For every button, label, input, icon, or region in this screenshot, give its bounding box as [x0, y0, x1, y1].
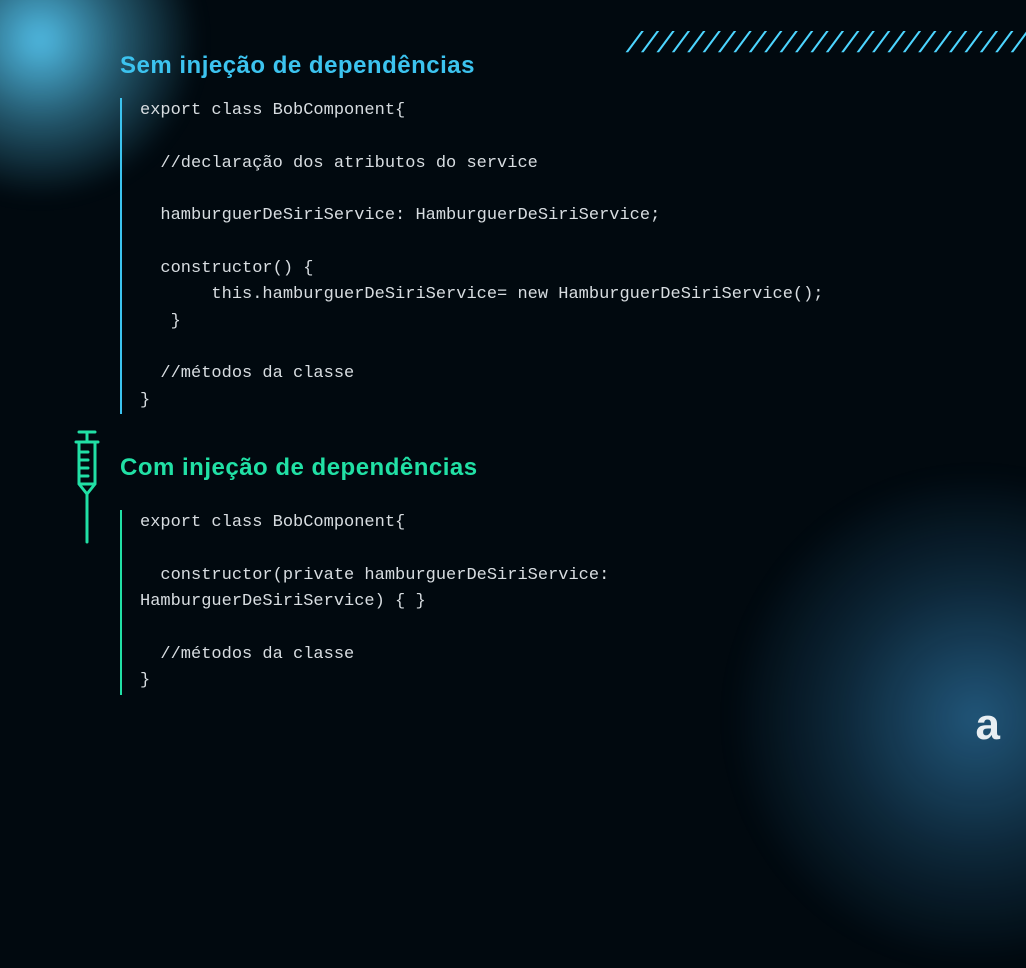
brand-logo: a	[976, 700, 1000, 750]
heading-without-di: Sem injeção de dependências	[120, 52, 1026, 80]
content-area: Sem injeção de dependências export class…	[0, 0, 1026, 695]
code-block-with-di: export class BobComponent{ constructor(p…	[120, 510, 1026, 694]
syringe-icon	[62, 430, 114, 555]
section-without-di: Sem injeção de dependências export class…	[120, 52, 1026, 414]
code-block-without-di: export class BobComponent{ //declaração …	[120, 98, 1026, 414]
section-with-di: Com injeção de dependências export class…	[120, 454, 1026, 694]
heading-with-di: Com injeção de dependências	[120, 454, 1026, 482]
